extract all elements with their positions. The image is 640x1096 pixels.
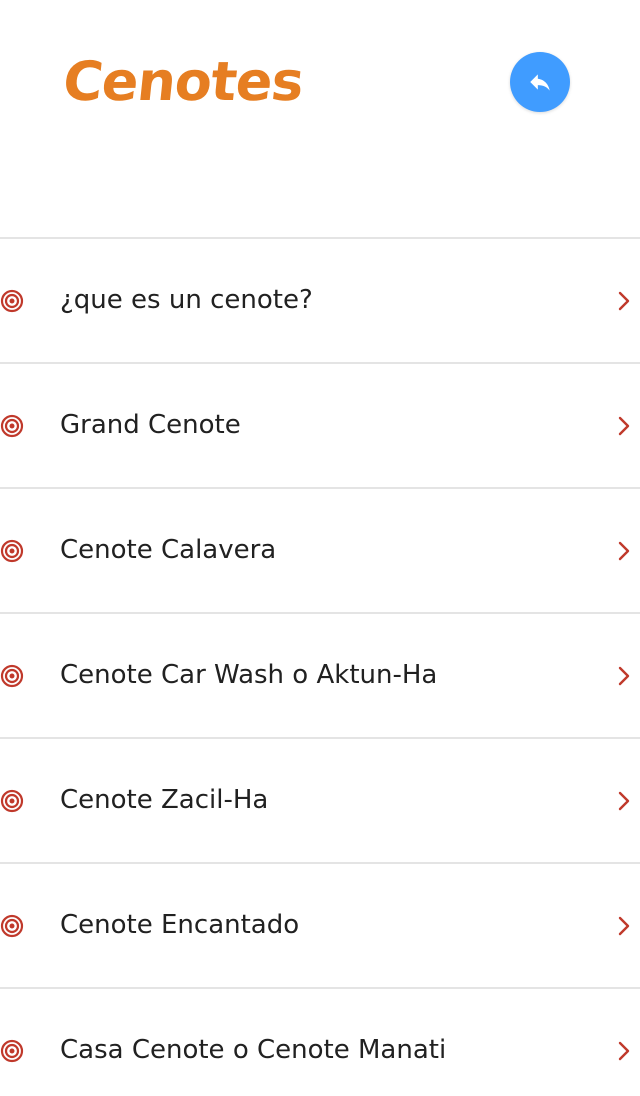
reply-arrow-icon xyxy=(530,74,550,91)
list-item-label: Grand Cenote xyxy=(60,410,241,440)
target-icon xyxy=(0,414,24,437)
target-icon xyxy=(0,664,24,687)
chevron-right-icon xyxy=(618,416,630,435)
list-item[interactable]: Casa Cenote o Cenote Manati xyxy=(0,989,640,1096)
list-item[interactable]: Cenote Encantado xyxy=(0,864,640,989)
chevron-right-icon xyxy=(618,1041,630,1060)
target-icon xyxy=(0,539,24,562)
list-item[interactable]: Cenote Zacil-Ha xyxy=(0,739,640,864)
chevron-right-icon xyxy=(618,291,630,310)
app-header: Cenotes xyxy=(0,0,640,238)
app-title: Cenotes xyxy=(60,50,307,113)
target-icon xyxy=(0,1039,24,1062)
back-button[interactable] xyxy=(510,52,570,112)
list-item-label: Casa Cenote o Cenote Manati xyxy=(60,1035,447,1065)
list-item-label: Cenote Encantado xyxy=(60,910,300,940)
chevron-right-icon xyxy=(618,541,630,560)
list-item-label: Cenote Car Wash o Aktun-Ha xyxy=(60,660,438,690)
list-item[interactable]: Cenote Car Wash o Aktun-Ha xyxy=(0,614,640,739)
cenote-list: ¿que es un cenote? Grand Cenote Cenote Cal… xyxy=(0,237,640,1096)
chevron-right-icon xyxy=(618,666,630,685)
target-icon xyxy=(0,289,24,312)
chevron-right-icon xyxy=(618,916,630,935)
target-icon xyxy=(0,914,24,937)
app-screen: Cenotes ¿que es un cenote? Grand Cenote Ce… xyxy=(0,0,640,1096)
target-icon xyxy=(0,789,24,812)
list-item[interactable]: ¿que es un cenote? xyxy=(0,239,640,364)
list-item[interactable]: Grand Cenote xyxy=(0,364,640,489)
list-item[interactable]: Cenote Calavera xyxy=(0,489,640,614)
chevron-right-icon xyxy=(618,791,630,810)
list-item-label: Cenote Calavera xyxy=(60,535,277,565)
list-item-label: ¿que es un cenote? xyxy=(60,285,313,315)
list-item-label: Cenote Zacil-Ha xyxy=(60,785,269,815)
